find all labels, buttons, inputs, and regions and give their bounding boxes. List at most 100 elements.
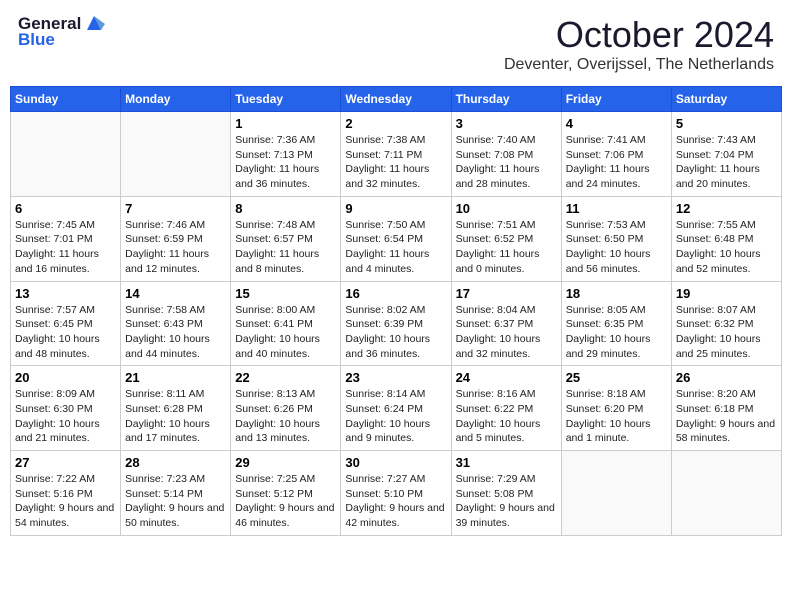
- calendar-cell: 9Sunrise: 7:50 AMSunset: 6:54 PMDaylight…: [341, 196, 451, 281]
- day-info: Sunrise: 8:04 AMSunset: 6:37 PMDaylight:…: [456, 303, 557, 362]
- day-number: 8: [235, 201, 336, 216]
- day-number: 21: [125, 370, 226, 385]
- calendar-cell: 26 Sunrise: 8:20 AMSunset: 6:18 PMDayligh…: [671, 366, 781, 451]
- calendar-cell: 27 Sunrise: 7:22 AMSunset: 5:16 PMDayligh…: [11, 451, 121, 536]
- calendar-week-4: 20 Sunrise: 8:09 AMSunset: 6:30 PMDayligh…: [11, 366, 782, 451]
- day-info: Sunrise: 8:18 AMSunset: 6:20 PMDaylight:…: [566, 387, 667, 446]
- day-info: Sunrise: 7:22 AMSunset: 5:16 PMDaylight:…: [15, 472, 116, 531]
- day-info: Sunrise: 7:38 AMSunset: 7:11 PMDaylight:…: [345, 133, 446, 192]
- weekday-header-row: SundayMondayTuesdayWednesdayThursdayFrid…: [11, 87, 782, 112]
- calendar-cell: 21 Sunrise: 8:11 AMSunset: 6:28 PMDayligh…: [121, 366, 231, 451]
- calendar-cell: 22 Sunrise: 8:13 AMSunset: 6:26 PMDayligh…: [231, 366, 341, 451]
- calendar-cell: 5 Sunrise: 7:43 AMSunset: 7:04 PMDaylight…: [671, 112, 781, 197]
- day-info: Sunrise: 7:45 AMSunset: 7:01 PMDaylight:…: [15, 218, 116, 277]
- calendar-week-1: 1 Sunrise: 7:36 AMSunset: 7:13 PMDaylight…: [11, 112, 782, 197]
- day-number: 12: [676, 201, 777, 216]
- day-info: Sunrise: 8:16 AMSunset: 6:22 PMDaylight:…: [456, 387, 557, 446]
- calendar-cell: 7 Sunrise: 7:46 AMSunset: 6:59 PMDaylight…: [121, 196, 231, 281]
- calendar-cell: 15 Sunrise: 8:00 AMSunset: 6:41 PMDayligh…: [231, 281, 341, 366]
- calendar-table: SundayMondayTuesdayWednesdayThursdayFrid…: [10, 86, 782, 536]
- day-number: 31: [456, 455, 557, 470]
- day-number: 20: [15, 370, 116, 385]
- day-info: Sunrise: 7:23 AMSunset: 5:14 PMDaylight:…: [125, 472, 226, 531]
- calendar-cell: 8 Sunrise: 7:48 AMSunset: 6:57 PMDaylight…: [231, 196, 341, 281]
- day-info: Sunrise: 7:57 AMSunset: 6:45 PMDaylight:…: [15, 303, 116, 362]
- calendar-cell: 2 Sunrise: 7:38 AMSunset: 7:11 PMDaylight…: [341, 112, 451, 197]
- day-info: Sunrise: 7:43 AMSunset: 7:04 PMDaylight:…: [676, 133, 777, 192]
- day-number: 10: [456, 201, 557, 216]
- calendar-cell: 30 Sunrise: 7:27 AMSunset: 5:10 PMDayligh…: [341, 451, 451, 536]
- title-block: October 2024 Deventer, Overijssel, The N…: [504, 14, 774, 74]
- calendar-cell: 13 Sunrise: 7:57 AMSunset: 6:45 PMDayligh…: [11, 281, 121, 366]
- day-number: 7: [125, 201, 226, 216]
- day-number: 4: [566, 116, 667, 131]
- day-info: Sunrise: 7:40 AMSunset: 7:08 PMDaylight:…: [456, 133, 557, 192]
- calendar-body: 1 Sunrise: 7:36 AMSunset: 7:13 PMDaylight…: [11, 112, 782, 536]
- calendar-cell: 12 Sunrise: 7:55 AMSunset: 6:48 PMDayligh…: [671, 196, 781, 281]
- page-header: General Blue October 2024 Deventer, Over…: [10, 10, 782, 78]
- day-info: Sunrise: 7:29 AMSunset: 5:08 PMDaylight:…: [456, 472, 557, 531]
- calendar-cell: 11Sunrise: 7:53 AMSunset: 6:50 PMDayligh…: [561, 196, 671, 281]
- calendar-week-5: 27 Sunrise: 7:22 AMSunset: 5:16 PMDayligh…: [11, 451, 782, 536]
- day-info: Sunrise: 8:11 AMSunset: 6:28 PMDaylight:…: [125, 387, 226, 446]
- day-info: Sunrise: 8:07 AMSunset: 6:32 PMDaylight:…: [676, 303, 777, 362]
- day-number: 27: [15, 455, 116, 470]
- logo: General Blue: [18, 14, 105, 50]
- day-info: Sunrise: 7:27 AMSunset: 5:10 PMDaylight:…: [345, 472, 446, 531]
- calendar-cell: 4 Sunrise: 7:41 AMSunset: 7:06 PMDaylight…: [561, 112, 671, 197]
- day-info: Sunrise: 7:36 AMSunset: 7:13 PMDaylight:…: [235, 133, 336, 192]
- month-title: October 2024: [504, 14, 774, 56]
- day-info: Sunrise: 7:55 AMSunset: 6:48 PMDaylight:…: [676, 218, 777, 277]
- calendar-cell: 20 Sunrise: 8:09 AMSunset: 6:30 PMDayligh…: [11, 366, 121, 451]
- weekday-header-monday: Monday: [121, 87, 231, 112]
- logo-blue: Blue: [18, 30, 55, 50]
- day-info: Sunrise: 7:58 AMSunset: 6:43 PMDaylight:…: [125, 303, 226, 362]
- day-number: 3: [456, 116, 557, 131]
- day-info: Sunrise: 8:09 AMSunset: 6:30 PMDaylight:…: [15, 387, 116, 446]
- day-info: Sunrise: 7:51 AMSunset: 6:52 PMDaylight:…: [456, 218, 557, 277]
- day-number: 30: [345, 455, 446, 470]
- day-number: 23: [345, 370, 446, 385]
- weekday-header-wednesday: Wednesday: [341, 87, 451, 112]
- calendar-cell: 16 Sunrise: 8:02 AMSunset: 6:39 PMDayligh…: [341, 281, 451, 366]
- calendar-cell: 17Sunrise: 8:04 AMSunset: 6:37 PMDayligh…: [451, 281, 561, 366]
- day-info: Sunrise: 8:13 AMSunset: 6:26 PMDaylight:…: [235, 387, 336, 446]
- day-number: 26: [676, 370, 777, 385]
- calendar-cell: 18Sunrise: 8:05 AMSunset: 6:35 PMDayligh…: [561, 281, 671, 366]
- calendar-cell: 28Sunrise: 7:23 AMSunset: 5:14 PMDayligh…: [121, 451, 231, 536]
- logo-icon: [83, 12, 105, 34]
- calendar-cell: [561, 451, 671, 536]
- calendar-week-3: 13 Sunrise: 7:57 AMSunset: 6:45 PMDayligh…: [11, 281, 782, 366]
- calendar-cell: 14 Sunrise: 7:58 AMSunset: 6:43 PMDayligh…: [121, 281, 231, 366]
- day-number: 1: [235, 116, 336, 131]
- day-number: 14: [125, 286, 226, 301]
- day-number: 22: [235, 370, 336, 385]
- day-info: Sunrise: 8:20 AMSunset: 6:18 PMDaylight:…: [676, 387, 777, 446]
- day-number: 6: [15, 201, 116, 216]
- day-info: Sunrise: 7:41 AMSunset: 7:06 PMDaylight:…: [566, 133, 667, 192]
- day-number: 13: [15, 286, 116, 301]
- day-number: 16: [345, 286, 446, 301]
- day-number: 29: [235, 455, 336, 470]
- calendar-cell: 3 Sunrise: 7:40 AMSunset: 7:08 PMDaylight…: [451, 112, 561, 197]
- calendar-cell: 23Sunrise: 8:14 AMSunset: 6:24 PMDayligh…: [341, 366, 451, 451]
- day-number: 18: [566, 286, 667, 301]
- day-info: Sunrise: 8:02 AMSunset: 6:39 PMDaylight:…: [345, 303, 446, 362]
- weekday-header-friday: Friday: [561, 87, 671, 112]
- calendar-cell: 25 Sunrise: 8:18 AMSunset: 6:20 PMDayligh…: [561, 366, 671, 451]
- calendar-cell: 29 Sunrise: 7:25 AMSunset: 5:12 PMDayligh…: [231, 451, 341, 536]
- day-number: 24: [456, 370, 557, 385]
- day-number: 11: [566, 201, 667, 216]
- day-number: 2: [345, 116, 446, 131]
- day-info: Sunrise: 7:25 AMSunset: 5:12 PMDaylight:…: [235, 472, 336, 531]
- calendar-cell: [671, 451, 781, 536]
- day-number: 25: [566, 370, 667, 385]
- day-number: 15: [235, 286, 336, 301]
- day-info: Sunrise: 8:00 AMSunset: 6:41 PMDaylight:…: [235, 303, 336, 362]
- day-number: 19: [676, 286, 777, 301]
- day-number: 5: [676, 116, 777, 131]
- calendar-cell: 6 Sunrise: 7:45 AMSunset: 7:01 PMDaylight…: [11, 196, 121, 281]
- day-info: Sunrise: 7:46 AMSunset: 6:59 PMDaylight:…: [125, 218, 226, 277]
- day-info: Sunrise: 7:50 AMSunset: 6:54 PMDaylight:…: [345, 218, 446, 277]
- day-info: Sunrise: 7:48 AMSunset: 6:57 PMDaylight:…: [235, 218, 336, 277]
